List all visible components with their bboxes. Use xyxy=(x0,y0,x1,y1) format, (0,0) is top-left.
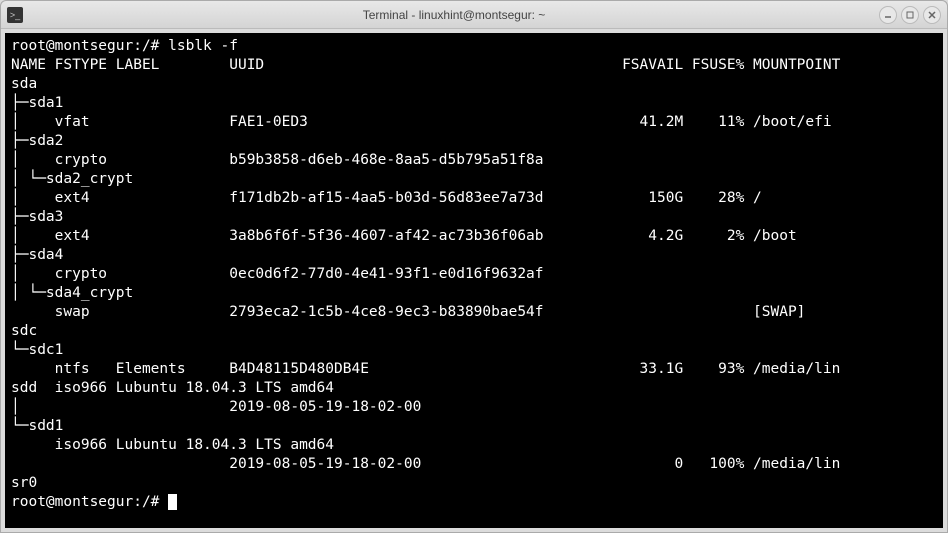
titlebar: >_ Terminal - linuxhint@montsegur: ~ xyxy=(1,1,947,29)
maximize-button[interactable] xyxy=(901,6,919,24)
terminal-window: >_ Terminal - linuxhint@montsegur: ~ roo… xyxy=(0,0,948,533)
minimize-button[interactable] xyxy=(879,6,897,24)
close-button[interactable] xyxy=(923,6,941,24)
terminal-content[interactable]: root@montsegur:/# lsblk -f NAME FSTYPE L… xyxy=(1,29,947,532)
window-controls xyxy=(879,6,941,24)
terminal-icon: >_ xyxy=(7,7,23,23)
window-title: Terminal - linuxhint@montsegur: ~ xyxy=(29,8,879,22)
